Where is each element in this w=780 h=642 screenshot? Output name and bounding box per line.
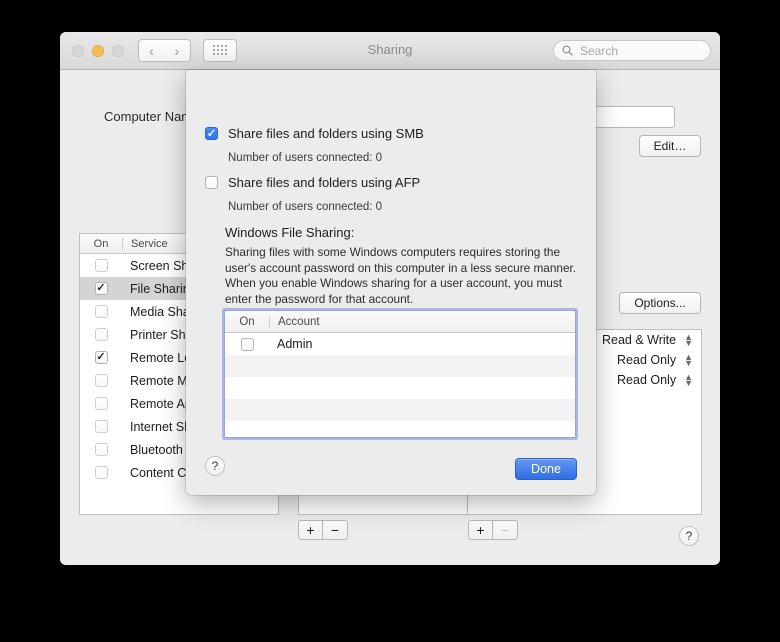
permission-value: Read Only (617, 353, 677, 367)
sheet-help-button[interactable]: ? (205, 456, 225, 476)
service-col-on: On (93, 237, 109, 250)
afp-users-connected-note: Number of users connected: 0 (228, 201, 383, 213)
account-row-empty (225, 355, 575, 377)
window-titlebar: ‹ › Sharing (60, 32, 720, 70)
service-checkbox[interactable] (94, 443, 108, 456)
service-on-cell (80, 420, 122, 433)
smb-checkbox[interactable] (205, 127, 218, 140)
help-button[interactable]: ? (679, 526, 699, 546)
service-on-cell (80, 466, 122, 479)
search-field[interactable] (553, 40, 711, 61)
account-on-cell (225, 337, 269, 351)
smb-users-connected-note: Number of users connected: 0 (228, 152, 383, 164)
service-checkbox[interactable] (94, 305, 108, 318)
service-checkbox[interactable] (94, 351, 108, 364)
afp-checkbox-row[interactable]: Share files and folders using AFP (205, 176, 420, 190)
service-add-remove-group: + − (298, 520, 348, 540)
windows-file-sharing-description: Sharing files with some Windows computer… (225, 245, 577, 306)
windows-file-sharing-title: Windows File Sharing: (225, 225, 355, 240)
account-row-empty (225, 399, 575, 421)
service-on-cell (80, 259, 122, 272)
service-checkbox[interactable] (94, 328, 108, 341)
file-sharing-options-sheet: Share files and folders using SMB Number… (186, 70, 596, 495)
account-rows-container: Admin (225, 333, 575, 437)
service-on-cell (80, 443, 122, 456)
service-checkbox[interactable] (94, 466, 108, 479)
add-user-button[interactable]: + (468, 520, 493, 540)
account-table[interactable]: On Account Admin (224, 310, 576, 438)
edit-button[interactable]: Edit… (639, 135, 701, 157)
service-on-cell (80, 305, 122, 318)
account-row-empty (225, 421, 575, 437)
users-add-remove-group: + − (468, 520, 518, 540)
account-row[interactable]: Admin (225, 333, 575, 355)
account-col-on: On (239, 315, 255, 328)
service-checkbox[interactable] (94, 397, 108, 410)
smb-checkbox-label: Share files and folders using SMB (228, 126, 424, 141)
done-button[interactable]: Done (515, 458, 577, 480)
afp-checkbox[interactable] (205, 176, 218, 189)
remove-user-button: − (493, 520, 518, 540)
service-checkbox[interactable] (94, 259, 108, 272)
permission-value: Read Only (617, 373, 677, 387)
permission-stepper-icon[interactable]: ▲ ▼ (684, 372, 693, 388)
service-on-cell (80, 374, 122, 387)
account-checkbox[interactable] (240, 337, 254, 351)
add-shared-folder-button[interactable]: + (298, 520, 323, 540)
service-checkbox[interactable] (94, 374, 108, 387)
service-on-cell (80, 351, 122, 364)
permission-stepper-icon[interactable]: ▲ ▼ (684, 332, 693, 348)
remove-shared-folder-button[interactable]: − (323, 520, 348, 540)
service-on-cell (80, 397, 122, 410)
service-on-cell (80, 282, 122, 295)
search-input[interactable] (578, 42, 702, 59)
search-icon (562, 45, 573, 56)
afp-checkbox-label: Share files and folders using AFP (228, 175, 421, 190)
sharing-preferences-window: ‹ › Sharing Computer Name: Edit… and adm… (60, 32, 720, 565)
smb-checkbox-row[interactable]: Share files and folders using SMB (205, 127, 424, 141)
account-table-header: On Account (225, 311, 575, 333)
account-row-empty (225, 377, 575, 399)
service-checkbox[interactable] (94, 420, 108, 433)
service-checkbox[interactable] (94, 282, 108, 295)
account-name-label: Admin (277, 337, 313, 351)
options-button[interactable]: Options... (619, 292, 701, 314)
permission-value: Read & Write (601, 333, 677, 347)
account-col-account: Account (269, 315, 575, 328)
service-on-cell (80, 328, 122, 341)
permission-stepper-icon[interactable]: ▲ ▼ (684, 352, 693, 368)
